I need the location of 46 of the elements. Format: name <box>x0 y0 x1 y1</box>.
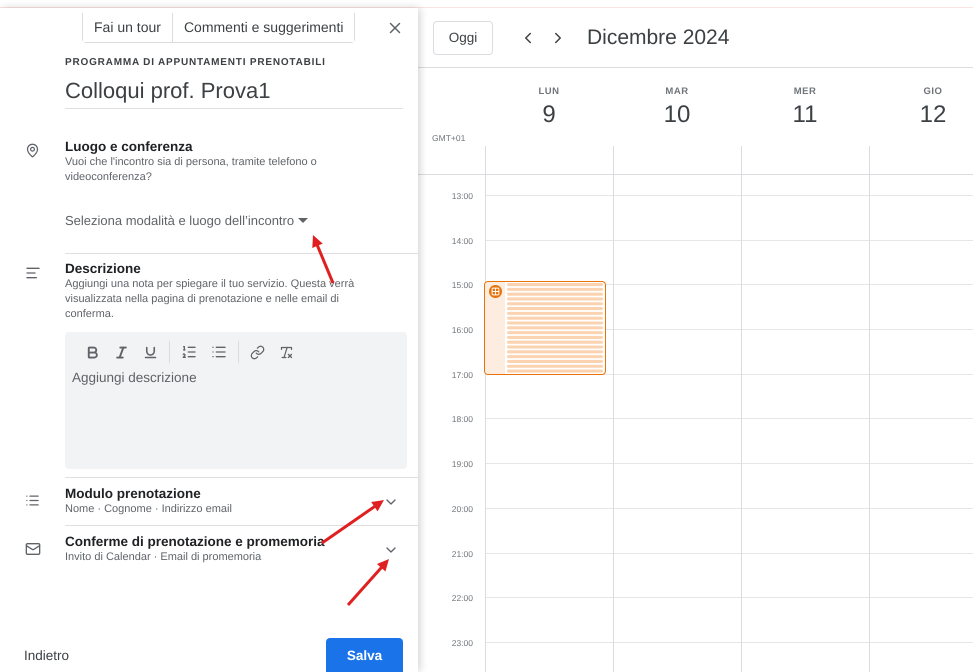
weekday-label: LUN <box>538 86 560 97</box>
weekday-label: GIO <box>924 86 942 97</box>
text-lines-icon <box>24 265 40 281</box>
section-summary: Invito di Calendar · Email di promemoria <box>65 550 262 565</box>
annotation-arrow <box>346 559 389 606</box>
section-title: Conferme di prenotazione e promemoria <box>65 534 325 549</box>
weekday-label: MER <box>794 86 816 97</box>
day-number[interactable]: 9 <box>542 101 556 129</box>
hour-label: 14:00 <box>452 236 473 246</box>
hour-label: 22:00 <box>452 593 473 604</box>
day-number[interactable]: 10 <box>664 101 690 129</box>
month-title: Dicembre 2024 <box>587 26 730 50</box>
hour-label: 13:00 <box>452 191 473 201</box>
location-dropdown[interactable]: Seleziona modalità e luogo dell’incontro <box>65 213 308 228</box>
weekday-label: MAR <box>665 86 689 97</box>
location-pin-icon <box>25 143 40 158</box>
hour-label: 15:00 <box>452 280 473 290</box>
section-title: Modulo prenotazione <box>65 486 202 501</box>
section-summary: Nome · Cognome · Indirizzo email <box>65 502 232 517</box>
timezone-label: GMT+01 <box>432 133 466 143</box>
hour-label: 21:00 <box>452 548 473 558</box>
mail-icon <box>24 541 40 557</box>
day-number[interactable]: 12 <box>920 101 946 129</box>
hour-label: 20:00 <box>452 504 473 514</box>
description-field[interactable]: Aggiungi descrizione <box>72 370 372 392</box>
section-description: Vuoi che l'incontro sia di persona, tramite telefono o videoconferenza? <box>65 155 318 185</box>
day-number[interactable]: 11 <box>792 101 818 129</box>
today-button[interactable]: Oggi <box>433 20 493 54</box>
hour-label: 18:00 <box>452 414 473 424</box>
back-button[interactable]: Indietro <box>24 648 70 662</box>
hour-label: 19:00 <box>452 459 473 470</box>
grid-icon <box>488 285 502 298</box>
hour-label: 16:00 <box>452 325 473 336</box>
description-editor[interactable]: Aggiungi descrizione <box>65 332 407 469</box>
schedule-type-label: PROGRAMMA DI APPUNTAMENTI PRENOTABILI <box>65 57 327 68</box>
section-title: Luogo e conferenza <box>65 139 194 154</box>
list-icon <box>25 493 40 508</box>
section-description: Aggiungi una nota per spiegare il tuo servizio. Questa verrà visualizzata nella pagina di prenotazione e nelle email di conferma. <box>65 277 356 322</box>
appointment-slots[interactable] <box>484 281 606 376</box>
save-button[interactable]: Salva <box>326 638 403 672</box>
section-title: Descrizione <box>65 261 142 276</box>
hour-label: 23:00 <box>452 638 473 648</box>
header-button[interactable]: Commenti e suggerimenti <box>172 13 354 42</box>
hour-label: 17:00 <box>452 370 473 380</box>
caret-icon <box>298 218 308 223</box>
schedule-title[interactable]: Colloqui prof. Prova1 <box>65 78 403 109</box>
